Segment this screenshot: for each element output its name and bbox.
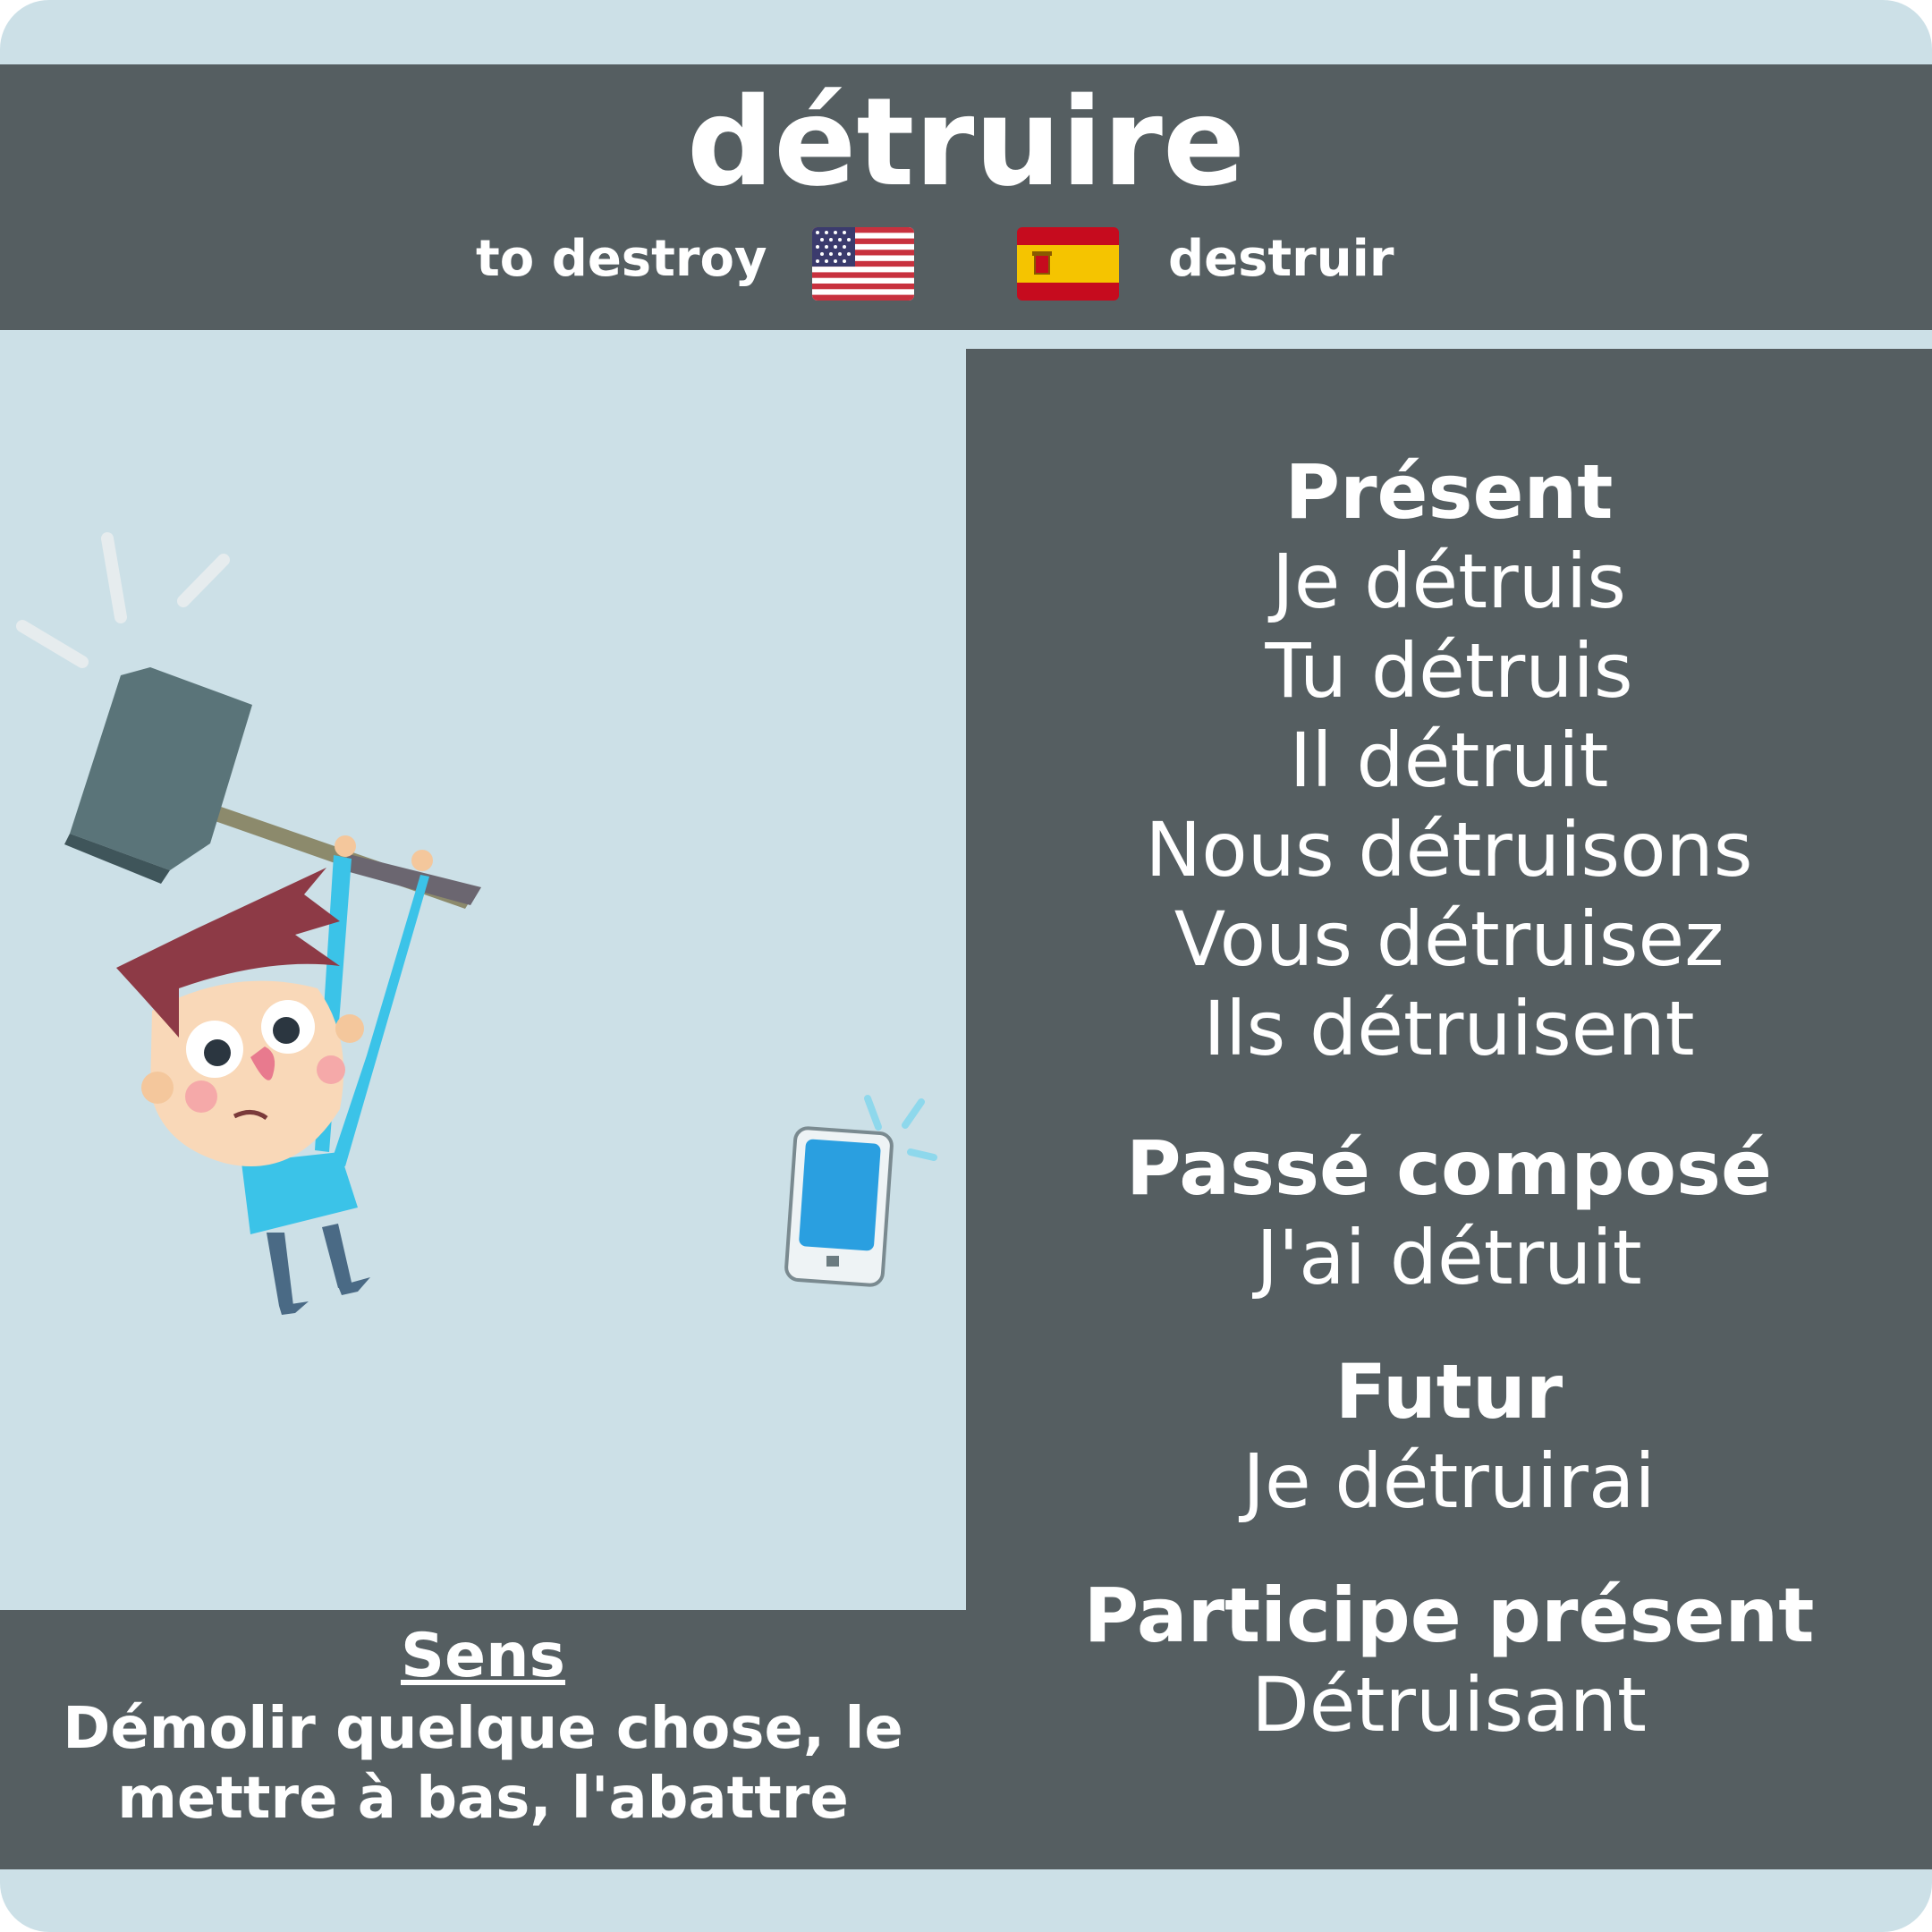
passe-compose-section: Passé composé J'ai détruit: [966, 1123, 1932, 1302]
verb-card: détruire to destroy destruir Présent Je …: [0, 0, 1932, 1932]
present-form-il: Il détruit: [1289, 716, 1609, 804]
futur-section: Futur Je détruirai: [966, 1347, 1932, 1526]
present-form-ils: Ils détruisent: [1203, 985, 1695, 1072]
meaning-text: Démolir quelque chose, le mettre à bas, …: [36, 1694, 930, 1834]
meaning-line-2: mettre à bas, l'abattre: [117, 1766, 849, 1832]
participe-present-form: Détruisant: [1251, 1661, 1647, 1749]
present-form-nous: Nous détruisons: [1145, 806, 1753, 894]
verb-title: détruire: [686, 72, 1246, 214]
passe-compose-form: J'ai détruit: [1256, 1214, 1642, 1301]
smartphone-icon: [784, 1095, 937, 1287]
futur-heading: Futur: [1335, 1348, 1563, 1436]
participe-present-section: Participe présent Détruisant: [966, 1571, 1932, 1750]
passe-compose-heading: Passé composé: [1125, 1124, 1773, 1212]
present-form-tu: Tu détruis: [1265, 627, 1633, 715]
spain-flag-icon: [1017, 227, 1119, 301]
meaning-panel: Sens Démolir quelque chose, le mettre à …: [0, 1610, 966, 1869]
futur-form: Je détruirai: [1242, 1437, 1656, 1525]
conjugation-panel: Présent Je détruis Tu détruis Il détruit…: [966, 349, 1932, 1869]
participe-present-heading: Participe présent: [1083, 1572, 1815, 1659]
spanish-translation: destruir: [1168, 230, 1394, 288]
present-section: Présent Je détruis Tu détruis Il détruit…: [966, 447, 1932, 1073]
english-translation: to destroy: [476, 230, 767, 288]
present-heading: Présent: [1284, 448, 1614, 536]
present-form-je: Je détruis: [1272, 538, 1626, 625]
us-flag-icon: [812, 227, 914, 301]
meaning-heading: Sens: [401, 1621, 565, 1691]
present-form-vous: Vous détruisez: [1174, 895, 1724, 983]
meaning-line-1: Démolir quelque chose, le: [63, 1696, 903, 1762]
